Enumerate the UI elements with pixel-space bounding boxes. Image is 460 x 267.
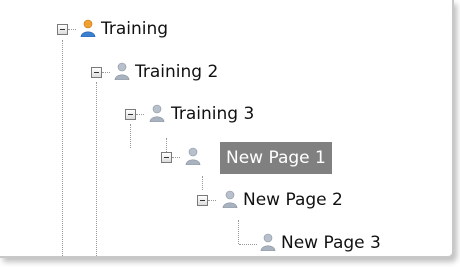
tree-connector	[166, 138, 167, 152]
tree-connector	[238, 220, 239, 244]
user-grey-icon	[185, 147, 201, 165]
collapse-toggle[interactable]	[91, 67, 102, 78]
tree-node-label: New Page 2	[243, 190, 343, 210]
user-blue-icon	[80, 19, 96, 37]
user-grey-icon	[222, 190, 238, 208]
tree-connector	[130, 124, 131, 148]
tree-connector	[208, 200, 216, 201]
tree-connector	[239, 244, 257, 245]
collapse-toggle[interactable]	[161, 152, 172, 163]
tree-connector	[102, 72, 110, 73]
tree-connector	[172, 157, 180, 158]
tree-node-label: Training	[101, 19, 169, 39]
tree-connector	[202, 176, 203, 190]
user-grey-icon	[114, 62, 130, 80]
tree-node-label-selected: New Page 1	[220, 142, 332, 174]
user-grey-icon	[260, 233, 276, 251]
tree-connector	[62, 40, 63, 256]
tree-node-label: New Page 3	[281, 233, 381, 253]
collapse-toggle[interactable]	[197, 195, 208, 206]
user-grey-icon	[149, 104, 165, 122]
tree-connector	[96, 82, 97, 256]
tree-node-label: Training 3	[171, 104, 255, 124]
collapse-toggle[interactable]	[57, 24, 68, 35]
tree-panel: Training Training 2 Training 3 New Page …	[0, 0, 454, 258]
collapse-toggle[interactable]	[125, 109, 136, 120]
tree-connector	[136, 114, 144, 115]
tree-connector	[68, 29, 76, 30]
tree-node-label: Training 2	[135, 62, 219, 82]
